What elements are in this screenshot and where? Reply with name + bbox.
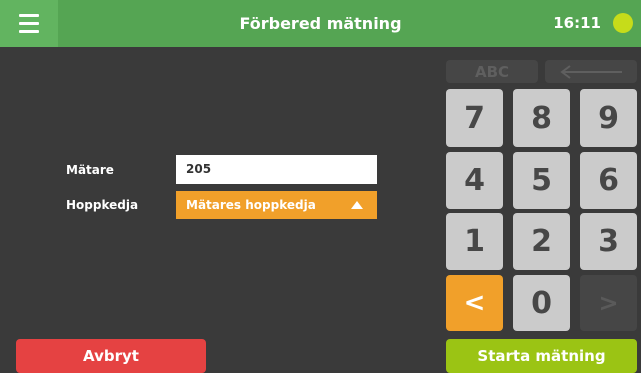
cancel-button[interactable]: Avbryt — [16, 339, 206, 373]
page-title: Förbered mätning — [239, 14, 402, 33]
key-6[interactable]: 6 — [580, 152, 637, 209]
key-0-label: 0 — [531, 285, 552, 321]
meter-field[interactable]: 205 — [176, 155, 377, 184]
header-bar: Förbered mätning 16:11 — [0, 0, 641, 47]
key-7[interactable]: 7 — [446, 89, 503, 147]
backspace-key[interactable] — [545, 60, 637, 83]
start-measurement-button[interactable]: Starta mätning — [446, 339, 637, 373]
key-7-label: 7 — [464, 100, 485, 136]
key-2-label: 2 — [531, 224, 552, 259]
chevron-right-icon: > — [598, 289, 619, 317]
key-4-label: 4 — [464, 163, 485, 198]
abc-key-label: ABC — [474, 62, 510, 81]
key-1-label: 1 — [464, 224, 485, 259]
cursor-right-key[interactable]: > — [580, 275, 637, 331]
chain-dropdown-value: Mätares hoppkedja — [186, 198, 316, 212]
key-3[interactable]: 3 — [580, 213, 637, 270]
status-dot-icon — [613, 13, 633, 33]
key-3-label: 3 — [598, 224, 619, 259]
key-8-label: 8 — [531, 100, 552, 136]
chain-label: Hoppkedja — [66, 198, 139, 212]
chevron-left-icon: < — [463, 288, 486, 318]
meter-label: Mätare — [66, 163, 114, 177]
backspace-arrow-icon — [560, 64, 622, 79]
chain-dropdown[interactable]: Mätares hoppkedja — [176, 191, 377, 219]
cursor-left-key[interactable]: < — [446, 275, 503, 331]
caret-up-icon — [351, 201, 363, 209]
key-4[interactable]: 4 — [446, 152, 503, 209]
key-0[interactable]: 0 — [513, 275, 570, 331]
clock-time: 16:11 — [553, 14, 601, 32]
key-5[interactable]: 5 — [513, 152, 570, 209]
abc-key[interactable]: ABC — [446, 60, 538, 83]
key-1[interactable]: 1 — [446, 213, 503, 270]
key-9-label: 9 — [598, 100, 619, 136]
key-9[interactable]: 9 — [580, 89, 637, 147]
key-6-label: 6 — [598, 163, 619, 198]
key-8[interactable]: 8 — [513, 89, 570, 147]
key-5-label: 5 — [531, 163, 552, 198]
key-2[interactable]: 2 — [513, 213, 570, 270]
